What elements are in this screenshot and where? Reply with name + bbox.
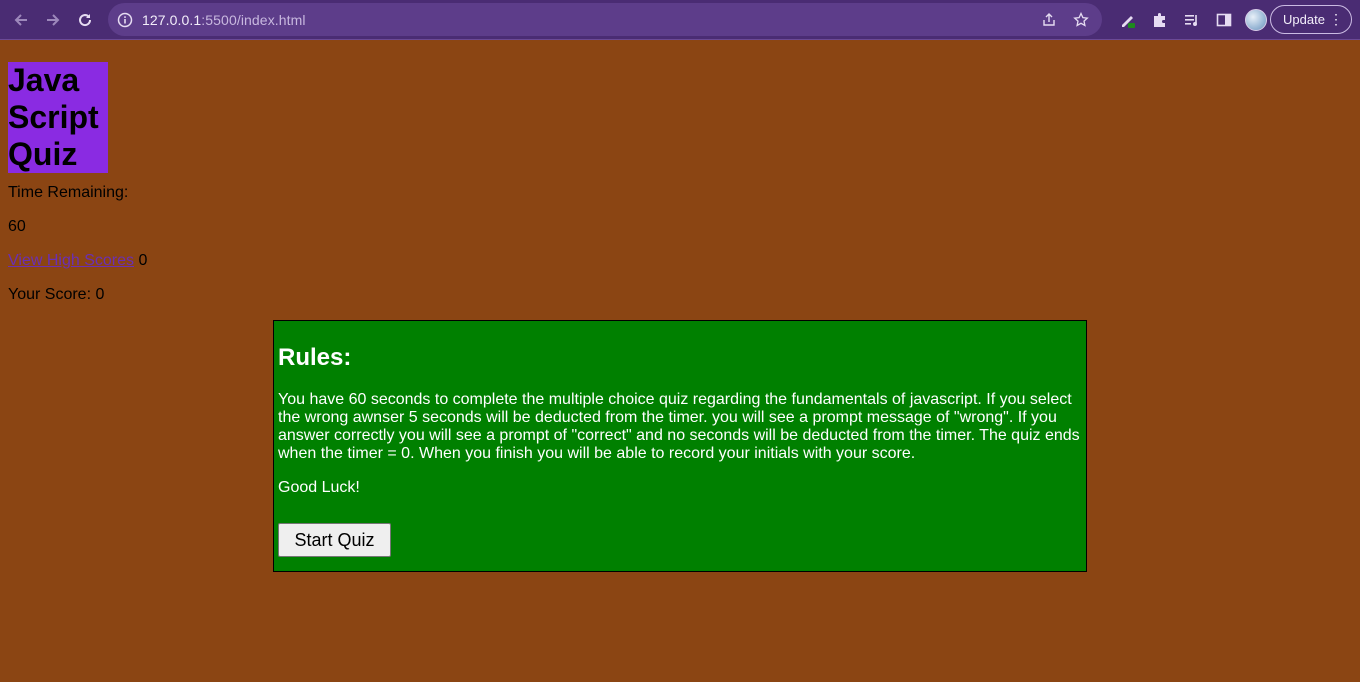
rules-text: You have 60 seconds to complete the mult… [278,391,1080,462]
puzzle-icon[interactable] [1144,4,1176,36]
url-text: 127.0.0.1:5500/index.html [142,12,306,28]
page-title: Java Script Quiz [8,62,108,173]
start-quiz-button[interactable]: Start Quiz [278,523,391,557]
info-icon[interactable] [108,12,142,28]
extension-pen-icon[interactable] [1112,4,1144,36]
browser-toolbar: 127.0.0.1:5500/index.html Update ⋮ [0,0,1360,40]
star-icon[interactable] [1068,7,1094,33]
rules-title: Rules: [278,344,352,371]
update-button[interactable]: Update ⋮ [1270,5,1352,34]
view-high-scores-link[interactable]: View High Scores [8,252,134,269]
update-label: Update [1283,12,1325,27]
good-luck-text: Good Luck! [278,479,360,496]
url-host: 127.0.0.1 [142,11,202,28]
rules-panel: Rules: You have 60 seconds to complete t… [273,320,1087,572]
score-text: Your Score: 0 [8,286,105,303]
url-path: :5500/index.html [201,11,306,28]
reload-icon[interactable] [69,4,101,36]
high-scores-count: 0 [138,252,148,269]
page-content: Java Script Quiz Time Remaining: 60 View… [0,41,1360,682]
time-remaining-label: Time Remaining: [8,184,129,201]
media-queue-icon[interactable] [1176,4,1208,36]
forward-icon[interactable] [37,4,69,36]
sidepanel-icon[interactable] [1208,4,1240,36]
avatar[interactable] [1240,4,1272,36]
address-bar[interactable]: 127.0.0.1:5500/index.html [108,3,1102,36]
timer-value: 60 [8,218,26,235]
high-scores-row: View High Scores 0 [8,252,147,270]
share-icon[interactable] [1036,7,1062,33]
back-icon[interactable] [5,4,37,36]
more-icon[interactable]: ⋮ [1329,11,1343,28]
